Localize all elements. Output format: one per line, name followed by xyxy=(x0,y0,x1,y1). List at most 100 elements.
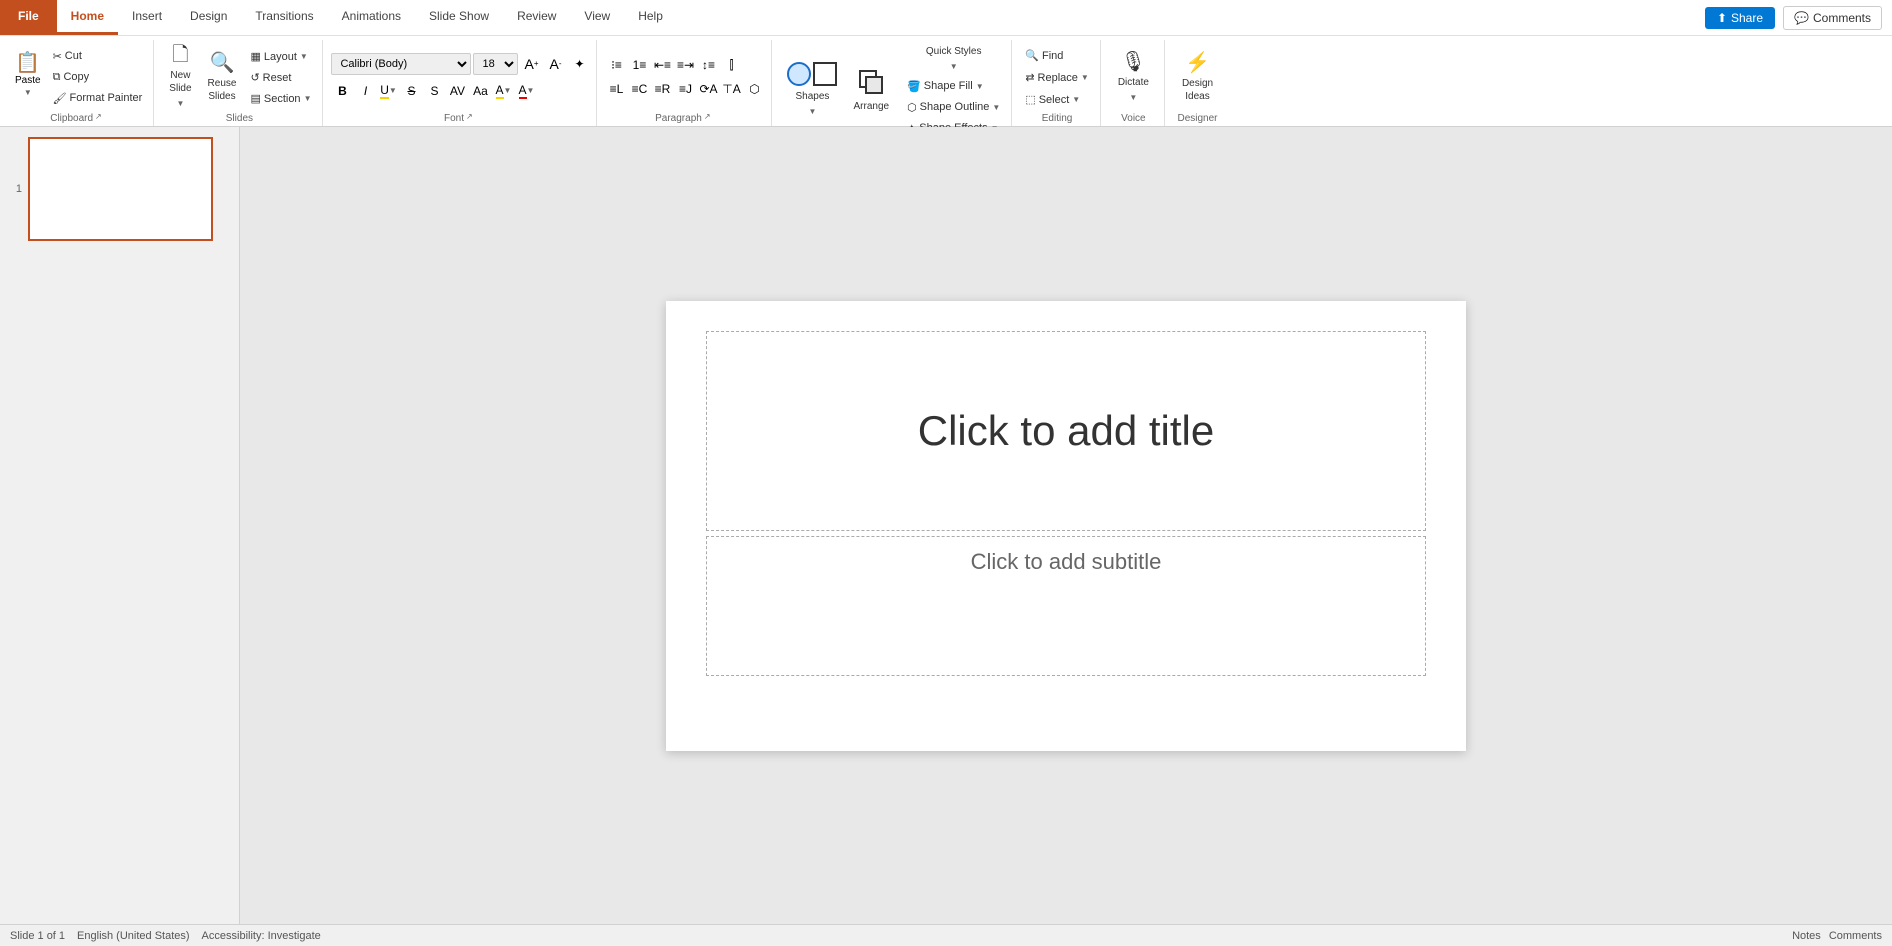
bullets-button[interactable]: ⁝≡ xyxy=(605,54,627,76)
layout-button[interactable]: ▦ Layout ▼ xyxy=(245,47,316,67)
ribbon: File Home Insert Design Transitions Anim… xyxy=(0,0,1892,127)
font-expand[interactable]: ↗ xyxy=(466,112,478,124)
design-ideas-icon: ⚡ xyxy=(1185,53,1210,73)
increase-font-button[interactable]: A+ xyxy=(520,53,542,75)
cut-button[interactable]: ✂ Cut xyxy=(48,46,148,66)
main-area: 1 ↔ Click to add title Click to add subt… xyxy=(0,127,1892,924)
comments-button[interactable]: 💬 Comments xyxy=(1783,6,1882,30)
designer-group: ⚡ Design Ideas Designer xyxy=(1167,40,1228,126)
tab-review[interactable]: Review xyxy=(503,0,570,35)
shapes-area: Shapes ▼ Arrange xyxy=(780,57,896,123)
slide-subtitle-placeholder: Click to add subtitle xyxy=(971,549,1162,575)
paragraph-expand[interactable]: ↗ xyxy=(704,112,716,124)
comment-icon: 💬 xyxy=(1794,11,1809,25)
share-button[interactable]: ⬆ Share xyxy=(1705,7,1775,29)
editing-group-content: 🔍 Find ⇄ Replace ▼ ⬚ Select ▼ xyxy=(1020,42,1094,113)
paste-button[interactable]: 📋 Paste ▼ xyxy=(10,42,46,108)
dictate-icon: 🎙 xyxy=(1121,52,1146,72)
copy-button[interactable]: ⧉ Copy xyxy=(48,67,148,87)
decrease-indent-button[interactable]: ⇤≡ xyxy=(651,54,673,76)
slide-subtitle-box[interactable]: Click to add subtitle xyxy=(706,536,1426,676)
numbering-button[interactable]: 1≡ xyxy=(628,54,650,76)
status-bar: Slide 1 of 1 English (United States) Acc… xyxy=(0,924,1892,946)
new-slide-button[interactable]: 🗋 New Slide ▼ xyxy=(162,45,198,111)
section-button[interactable]: ▤ Section ▼ xyxy=(245,89,316,109)
find-button[interactable]: 🔍 Find xyxy=(1020,46,1068,66)
tab-slideshow[interactable]: Slide Show xyxy=(415,0,503,35)
decrease-font-button[interactable]: A- xyxy=(544,53,566,75)
text-direction-button[interactable]: ⟳A xyxy=(697,78,719,100)
align-left-button[interactable]: ≡L xyxy=(605,78,627,100)
underline-button[interactable]: U ▼ xyxy=(377,80,399,102)
line-spacing-button[interactable]: ↕≡ xyxy=(697,54,719,76)
shape-fill-button[interactable]: 🪣 Shape Fill ▼ xyxy=(902,76,1005,96)
justify-button[interactable]: ≡J xyxy=(674,78,696,100)
select-icon: ⬚ xyxy=(1025,93,1035,106)
slide-panel: 1 xyxy=(0,127,240,924)
font-label: Font ↗ xyxy=(444,112,478,126)
change-case-button[interactable]: Aa xyxy=(469,80,491,102)
slide-thumbnail-1[interactable] xyxy=(28,137,213,241)
tab-file[interactable]: File xyxy=(0,0,57,35)
para-row1: ⁝≡ 1≡ ⇤≡ ≡⇥ ↕≡ ⫿ xyxy=(605,54,742,76)
replace-button[interactable]: ⇄ Replace ▼ xyxy=(1020,68,1094,88)
paragraph-label: Paragraph ↗ xyxy=(655,112,716,126)
align-center-button[interactable]: ≡C xyxy=(628,78,650,100)
slide-canvas[interactable]: Click to add title Click to add subtitle xyxy=(666,301,1466,751)
tab-animations[interactable]: Animations xyxy=(328,0,415,35)
reset-button[interactable]: ↺ Reset xyxy=(245,68,316,88)
font-color-button[interactable]: A ▼ xyxy=(515,80,537,102)
tab-transitions[interactable]: Transitions xyxy=(241,0,327,35)
paste-caret: ▼ xyxy=(24,88,32,97)
dictate-button[interactable]: 🎙 Dictate ▼ xyxy=(1109,45,1158,111)
font-group: Calibri (Body) 18 A+ A- ✦ B I U ▼ xyxy=(325,40,597,126)
char-spacing-button[interactable]: AV xyxy=(446,80,468,102)
clipboard-group: 📋 Paste ▼ ✂ Cut ⧉ Copy 🖌 Format P xyxy=(4,40,154,126)
bold-button[interactable]: B xyxy=(331,80,353,102)
tab-view[interactable]: View xyxy=(570,0,624,35)
format-painter-icon: 🖌 xyxy=(53,92,67,105)
clear-format-button[interactable]: ✦ xyxy=(568,53,590,75)
increase-indent-button[interactable]: ≡⇥ xyxy=(674,54,696,76)
quick-styles-button[interactable]: Quick Styles ▼ xyxy=(902,42,1005,75)
strikethrough-button[interactable]: S xyxy=(400,80,422,102)
tab-insert[interactable]: Insert xyxy=(118,0,176,35)
italic-button[interactable]: I xyxy=(354,80,376,102)
columns-button[interactable]: ⫿ xyxy=(720,54,742,76)
find-icon: 🔍 xyxy=(1025,49,1039,62)
paste-icon: 📋 xyxy=(15,53,40,73)
comments-status[interactable]: Comments xyxy=(1829,930,1882,942)
align-right-button[interactable]: ≡R xyxy=(651,78,673,100)
clipboard-expand[interactable]: ↗ xyxy=(95,112,107,124)
voice-group-content: 🎙 Dictate ▼ xyxy=(1109,42,1158,113)
shadow-button[interactable]: S xyxy=(423,80,445,102)
format-painter-button[interactable]: 🖌 Format Painter xyxy=(48,88,148,108)
designer-label: Designer xyxy=(1177,113,1217,126)
notes-button[interactable]: Notes xyxy=(1792,930,1821,942)
arrange-button[interactable]: Arrange xyxy=(846,57,896,123)
language-status: English (United States) xyxy=(77,930,190,942)
font-group-content: Calibri (Body) 18 A+ A- ✦ B I U ▼ xyxy=(331,42,590,112)
copy-icon: ⧉ xyxy=(53,71,61,84)
reuse-slides-button[interactable]: 🔍 ReuseSlides xyxy=(201,45,244,111)
canvas-area: Click to add title Click to add subtitle xyxy=(240,127,1892,924)
font-format-row: B I U ▼ S S AV Aa A ▼ A xyxy=(331,80,537,102)
shapes-button[interactable]: Shapes ▼ xyxy=(780,57,844,123)
new-slide-icon: 🗋 xyxy=(172,45,188,65)
tab-home[interactable]: Home xyxy=(57,0,118,35)
clipboard-group-content: 📋 Paste ▼ ✂ Cut ⧉ Copy 🖌 Format P xyxy=(10,42,147,112)
shape-outline-button[interactable]: ⬡ Shape Outline ▼ xyxy=(902,97,1005,117)
align-text-button[interactable]: ⊤A xyxy=(720,78,742,100)
select-button[interactable]: ⬚ Select ▼ xyxy=(1020,90,1085,110)
font-selector-row: Calibri (Body) 18 A+ A- ✦ xyxy=(331,53,590,75)
highlight-button[interactable]: A ▼ xyxy=(492,80,514,102)
font-family-select[interactable]: Calibri (Body) xyxy=(331,53,471,75)
slide-title-box[interactable]: Click to add title xyxy=(706,331,1426,531)
tab-design[interactable]: Design xyxy=(176,0,241,35)
smartart-button[interactable]: ⬡ xyxy=(743,78,765,100)
slides-group: 🗋 New Slide ▼ 🔍 ReuseSlides ▦ Layout ▼ ↺ xyxy=(156,40,323,126)
header-right: ⬆ Share 💬 Comments xyxy=(1705,6,1892,30)
tab-help[interactable]: Help xyxy=(624,0,677,35)
font-size-select[interactable]: 18 xyxy=(473,53,518,75)
design-ideas-button[interactable]: ⚡ Design Ideas xyxy=(1173,45,1222,111)
